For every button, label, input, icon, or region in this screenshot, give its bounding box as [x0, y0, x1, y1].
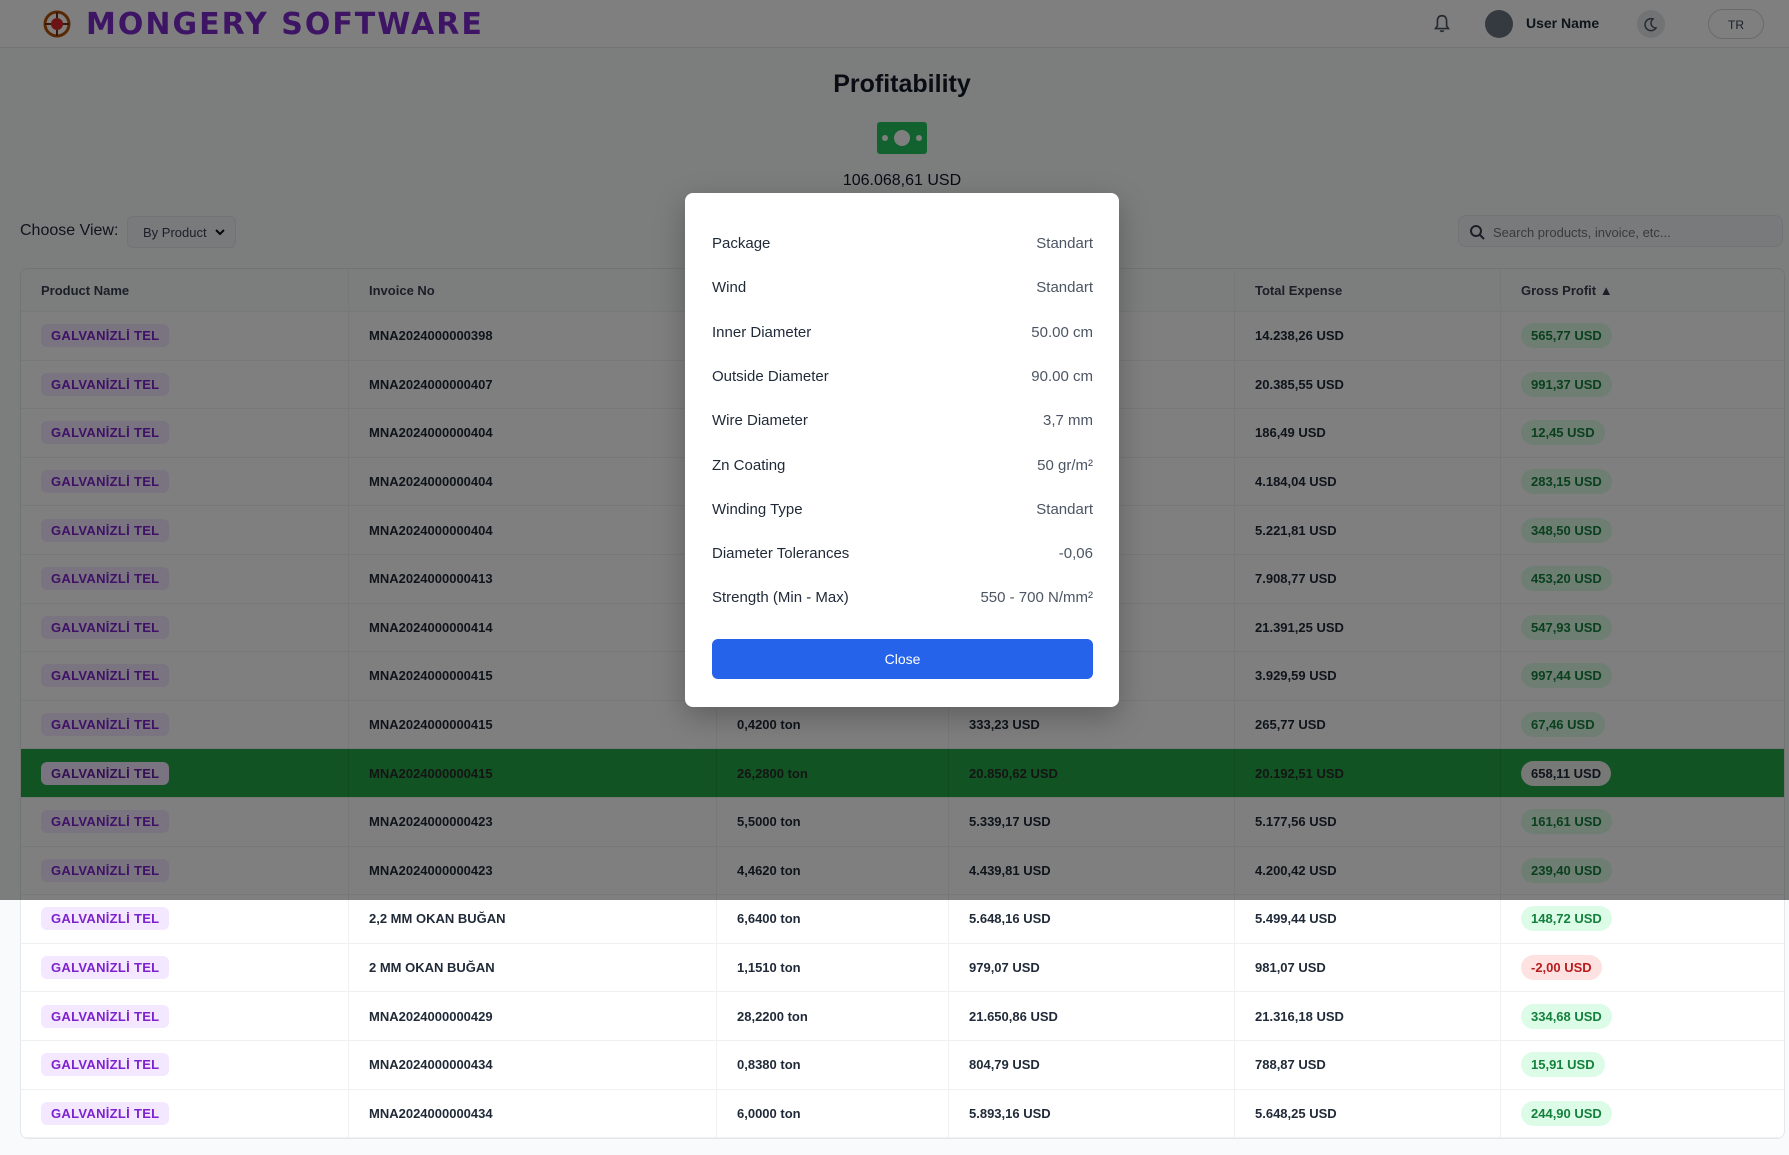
cell-qty: 0,8380 ton — [717, 1040, 949, 1089]
product-details-modal: Package Standart Wind Standart Inner Diamete… — [685, 193, 1119, 707]
cell-expense: 5.648,25 USD — [1235, 1089, 1501, 1138]
spec-row: Inner Diameter 50.00 cm — [712, 324, 1093, 344]
spec-label: Package — [712, 235, 771, 252]
spec-label: Outside Diameter — [712, 367, 829, 385]
profit-badge: -2,00 USD — [1521, 955, 1602, 981]
cell-product: GALVANİZLİ TEL — [21, 943, 349, 992]
spec-label: Inner Diameter — [712, 323, 812, 341]
cell-profit: -2,00 USD — [1501, 944, 1784, 992]
spec-label: Diameter Tolerances — [712, 545, 850, 563]
profit-badge: 244,90 USD — [1521, 1100, 1612, 1126]
spec-row: Wind Standart — [712, 279, 1093, 299]
cell-sales: 979,07 USD — [949, 943, 1235, 992]
cell-qty: 28,2200 ton — [717, 992, 949, 1040]
spec-label: Wind — [712, 279, 747, 297]
cell-invoice: 2 MM OKAN BUĞAN — [349, 943, 717, 992]
cell-sales: 21.650,86 USD — [949, 992, 1235, 1040]
cell-invoice: MNA2024000000434 — [349, 1040, 717, 1089]
cell-profit: 15,91 USD — [1501, 1041, 1784, 1089]
profit-badge: 334,68 USD — [1521, 1003, 1612, 1029]
cell-expense: 981,07 USD — [1235, 943, 1501, 992]
cell-invoice: 2,2 MM OKAN BUĞAN — [349, 895, 717, 943]
spec-label: Wire Diameter — [712, 412, 808, 430]
cell-product: GALVANİZLİ TEL — [21, 895, 349, 943]
cell-invoice: MNA2024000000434 — [349, 1089, 717, 1138]
spec-value: 3,7 mm — [1042, 412, 1093, 430]
table-row[interactable]: GALVANİZLİ TEL 2,2 MM OKAN BUĞAN 6,6400 to… — [21, 895, 1784, 944]
spec-value: Standart — [1036, 279, 1093, 297]
spec-value: Standart — [1036, 500, 1093, 518]
spec-label: Strength (Min - Max) — [712, 589, 849, 607]
spec-label: Winding Type — [712, 500, 803, 518]
spec-value: -0,06 — [1058, 545, 1093, 563]
spec-row: Wire Diameter 3,7 mm — [712, 412, 1093, 432]
cell-qty: 1,1510 ton — [717, 943, 949, 992]
product-badge: GALVANİZLİ TEL — [41, 956, 170, 980]
spec-value: 90.00 cm — [1031, 367, 1093, 385]
cell-invoice: MNA2024000000429 — [349, 992, 717, 1040]
cell-expense: 21.316,18 USD — [1235, 992, 1501, 1040]
table-row[interactable]: GALVANİZLİ TEL MNA2024000000429 28,2200 to… — [21, 992, 1784, 1041]
spec-row: Strength (Min - Max) 550 - 700 N/mm² — [712, 589, 1093, 609]
spec-label: Zn Coating — [712, 456, 786, 474]
cell-expense: 5.499,44 USD — [1235, 895, 1501, 943]
spec-value: 50.00 cm — [1031, 323, 1093, 341]
spec-row: Winding Type Standart — [712, 501, 1093, 521]
cell-qty: 6,0000 ton — [717, 1089, 949, 1138]
spec-row: Package Standart — [712, 235, 1093, 255]
spec-row: Zn Coating 50 gr/m² — [712, 457, 1093, 477]
product-badge: GALVANİZLİ TEL — [41, 1053, 170, 1077]
cell-qty: 6,6400 ton — [717, 895, 949, 943]
spec-row: Outside Diameter 90.00 cm — [712, 368, 1093, 388]
cell-product: GALVANİZLİ TEL — [21, 992, 349, 1040]
profit-badge: 15,91 USD — [1521, 1052, 1605, 1078]
cell-profit: 244,90 USD — [1501, 1090, 1784, 1138]
cell-expense: 788,87 USD — [1235, 1040, 1501, 1089]
spec-value: Standart — [1036, 235, 1093, 252]
profit-badge: 148,72 USD — [1521, 906, 1612, 932]
close-button[interactable]: Close — [712, 639, 1093, 679]
table-row[interactable]: GALVANİZLİ TEL 2 MM OKAN BUĞAN 1,1510 ton 9… — [21, 943, 1784, 993]
cell-product: GALVANİZLİ TEL — [21, 1040, 349, 1089]
cell-profit: 148,72 USD — [1501, 895, 1784, 943]
spec-value: 550 - 700 N/mm² — [980, 589, 1093, 607]
cell-sales: 5.648,16 USD — [949, 895, 1235, 943]
cell-sales: 5.893,16 USD — [949, 1089, 1235, 1138]
cell-product: GALVANİZLİ TEL — [21, 1089, 349, 1138]
product-badge: GALVANİZLİ TEL — [41, 1004, 170, 1028]
product-badge: GALVANİZLİ TEL — [41, 907, 170, 931]
spec-row: Diameter Tolerances -0,06 — [712, 545, 1093, 565]
table-row[interactable]: GALVANİZLİ TEL MNA2024000000434 0,8380 ton… — [21, 1040, 1784, 1090]
cell-profit: 334,68 USD — [1501, 992, 1784, 1040]
spec-value: 50 gr/m² — [1037, 456, 1093, 474]
table-row[interactable]: GALVANİZLİ TEL MNA2024000000434 6,0000 ton… — [21, 1089, 1784, 1139]
product-badge: GALVANİZLİ TEL — [41, 1101, 170, 1125]
cell-sales: 804,79 USD — [949, 1040, 1235, 1089]
